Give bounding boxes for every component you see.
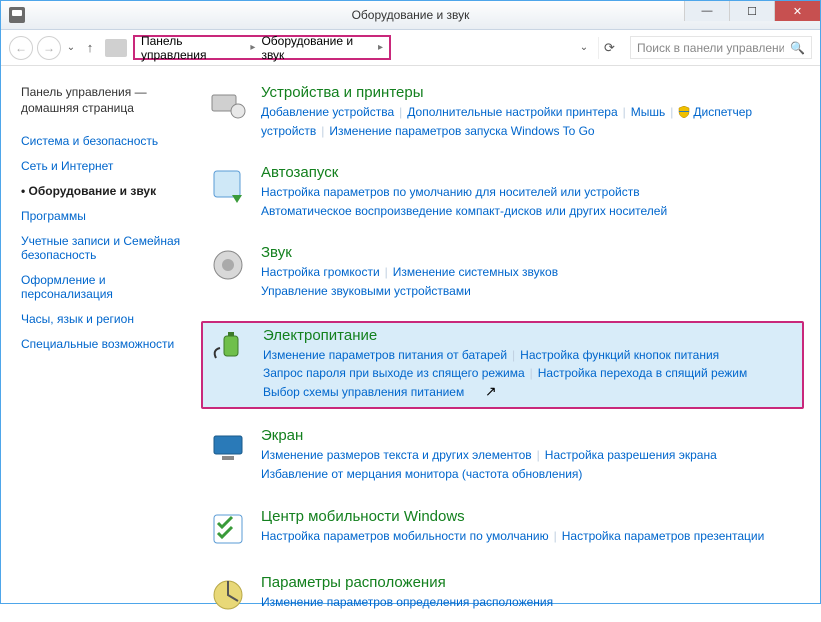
category-links: Изменение параметров определения располо…	[261, 593, 798, 612]
back-button[interactable]: ←	[9, 36, 33, 60]
separator: |	[554, 529, 557, 543]
category-icon	[207, 508, 249, 550]
sidebar-item-7[interactable]: Специальные возможности	[21, 337, 195, 351]
window-title: Оборудование и звук	[352, 8, 470, 22]
task-link[interactable]: Изменение размеров текста и других элеме…	[261, 448, 532, 462]
separator: |	[385, 265, 388, 279]
task-link[interactable]: Добавление устройства	[261, 105, 394, 119]
address-tail: ⌄ ⟳	[395, 37, 626, 59]
task-link[interactable]: Настройка функций кнопок питания	[520, 348, 719, 362]
category-2: Звук Настройка громкости | Изменение систем…	[201, 240, 804, 306]
window-buttons: — ☐ ✕	[684, 1, 820, 21]
category-icon	[207, 574, 249, 616]
task-link[interactable]: Настройка громкости	[261, 265, 380, 279]
titlebar: Оборудование и звук — ☐ ✕	[1, 1, 820, 30]
separator: |	[530, 366, 533, 380]
separator: |	[537, 448, 540, 462]
close-button[interactable]: ✕	[774, 1, 820, 21]
category-0: Устройства и принтеры Добавление устройст…	[201, 80, 804, 146]
sidebar-item-3[interactable]: Программы	[21, 209, 195, 223]
sidebar-home-link[interactable]: Панель управления — домашняя страница	[21, 84, 195, 116]
address-dropdown[interactable]: ⌄	[578, 42, 590, 53]
task-link[interactable]: Изменение параметров питания от батарей	[263, 348, 507, 362]
content-body: Панель управления — домашняя страница Си…	[1, 66, 820, 603]
task-link[interactable]: Автоматическое воспроизведение компакт-д…	[261, 204, 667, 218]
history-dropdown[interactable]: ⌄	[65, 42, 77, 53]
category-links: Настройка параметров по умолчанию для но…	[261, 183, 798, 220]
category-1: Автозапуск Настройка параметров по умолча…	[201, 160, 804, 226]
category-title[interactable]: Параметры расположения	[261, 574, 798, 591]
task-link[interactable]: Мышь	[631, 105, 666, 119]
task-link[interactable]: Настройка параметров мобильности по умол…	[261, 529, 549, 543]
navbar: ← → ⌄ ↑ Панель управления ▸ Оборудование…	[1, 30, 820, 66]
sidebar-item-2[interactable]: Оборудование и звук	[21, 184, 195, 198]
breadcrumb-current[interactable]: Оборудование и звук	[261, 34, 372, 62]
task-link[interactable]: Выбор схемы управления питанием	[263, 385, 464, 399]
category-title[interactable]: Звук	[261, 244, 798, 261]
category-icon	[207, 84, 249, 126]
category-links: Настройка громкости | Изменение системных …	[261, 263, 798, 300]
category-icon	[207, 427, 249, 469]
task-link[interactable]: Запрос пароля при выходе из спящего режи…	[263, 366, 525, 380]
category-icon	[207, 164, 249, 206]
up-button[interactable]: ↑	[81, 39, 99, 57]
search-input[interactable]: Поиск в панели управления 🔍	[630, 36, 812, 59]
category-3: Электропитание Изменение параметров питан…	[201, 321, 804, 410]
category-icon	[209, 327, 251, 369]
refresh-button[interactable]: ⟳	[598, 37, 620, 59]
location-icon	[105, 39, 127, 57]
task-link[interactable]: Дополнительные настройки принтера	[407, 105, 617, 119]
sidebar-item-4[interactable]: Учетные записи и Семейная безопасность	[21, 234, 195, 262]
category-5: Центр мобильности Windows Настройка парам…	[201, 504, 804, 556]
category-title[interactable]: Автозапуск	[261, 164, 798, 181]
task-link[interactable]: Управление звуковыми устройствами	[261, 284, 471, 298]
task-link[interactable]: Изменение параметров запуска Windows To …	[329, 124, 594, 138]
search-icon: 🔍	[790, 41, 805, 55]
forward-button[interactable]: →	[37, 36, 61, 60]
category-title[interactable]: Экран	[261, 427, 798, 444]
category-links: Изменение параметров питания от батарей |…	[263, 346, 796, 402]
category-title[interactable]: Электропитание	[263, 327, 796, 344]
sidebar-item-1[interactable]: Сеть и Интернет	[21, 159, 195, 173]
category-links: Изменение размеров текста и других элеме…	[261, 446, 798, 483]
minimize-button[interactable]: —	[684, 1, 729, 21]
category-icon	[207, 244, 249, 286]
app-icon	[9, 7, 25, 23]
task-link[interactable]: Настройка перехода в спящий режим	[538, 366, 747, 380]
chevron-right-icon: ▸	[378, 42, 383, 53]
breadcrumb-root[interactable]: Панель управления	[141, 34, 244, 62]
task-link[interactable]: Настройка параметров по умолчанию для но…	[261, 185, 640, 199]
shield-icon	[678, 105, 690, 117]
sidebar-item-0[interactable]: Система и безопасность	[21, 134, 195, 148]
separator: |	[512, 348, 515, 362]
search-placeholder: Поиск в панели управления	[637, 41, 784, 55]
category-4: Экран Изменение размеров текста и других …	[201, 423, 804, 489]
separator: |	[670, 105, 673, 119]
category-title[interactable]: Центр мобильности Windows	[261, 508, 798, 525]
sidebar-item-5[interactable]: Оформление и персонализация	[21, 273, 195, 301]
task-link[interactable]: Изменение системных звуков	[393, 265, 558, 279]
breadcrumb[interactable]: Панель управления ▸ Оборудование и звук …	[133, 35, 391, 60]
separator: |	[321, 124, 324, 138]
main-panel: Устройства и принтеры Добавление устройст…	[201, 66, 820, 603]
chevron-right-icon: ▸	[250, 42, 255, 53]
task-link[interactable]: Изменение параметров определения располо…	[261, 595, 553, 609]
category-links: Настройка параметров мобильности по умол…	[261, 527, 798, 546]
task-link[interactable]: Настройка параметров презентации	[562, 529, 765, 543]
category-links: Добавление устройства | Дополнительные нас…	[261, 103, 798, 140]
separator: |	[399, 105, 402, 119]
task-link[interactable]: Настройка разрешения экрана	[545, 448, 717, 462]
separator: |	[623, 105, 626, 119]
category-title[interactable]: Устройства и принтеры	[261, 84, 798, 101]
category-6: Параметры расположения Изменение параметр…	[201, 570, 804, 622]
sidebar-item-6[interactable]: Часы, язык и регион	[21, 312, 195, 326]
sidebar: Панель управления — домашняя страница Си…	[1, 66, 201, 603]
task-link[interactable]: Избавление от мерцания монитора (частота…	[261, 467, 582, 481]
maximize-button[interactable]: ☐	[729, 1, 774, 21]
